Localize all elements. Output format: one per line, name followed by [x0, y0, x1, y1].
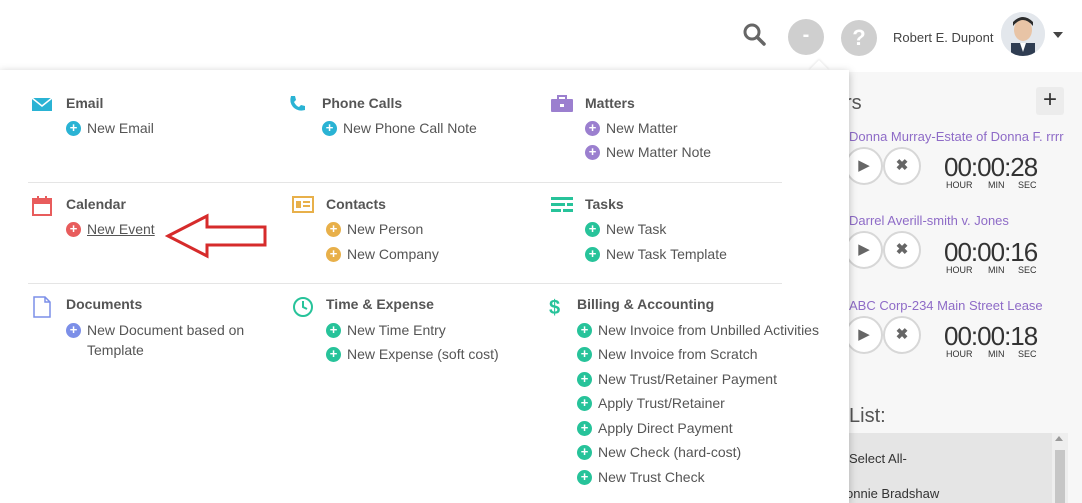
- section-title: Calendar: [66, 196, 126, 212]
- plus-icon: +: [326, 222, 341, 237]
- timer-units: HOUR MIN SEC: [946, 265, 1037, 275]
- section-title: Billing & Accounting: [577, 296, 715, 312]
- section-title: Tasks: [585, 196, 624, 212]
- item-label: New Email: [87, 120, 154, 136]
- item-label: Apply Direct Payment: [598, 420, 733, 436]
- plus-icon: +: [66, 222, 81, 237]
- plus-icon: +: [577, 323, 592, 338]
- user-menu-caret-icon[interactable]: [1053, 32, 1063, 38]
- min-label: MIN: [988, 180, 1005, 190]
- item-label: New Matter: [606, 120, 678, 136]
- item-label: New Task Template: [606, 246, 727, 262]
- item-label: Apply Trust/Retainer: [598, 395, 725, 411]
- timer-display: 00:00:18: [944, 321, 1038, 351]
- hour-label: HOUR: [946, 349, 973, 359]
- plus-icon: +: [585, 145, 600, 160]
- item-label: Template: [87, 342, 144, 358]
- search-icon[interactable]: [742, 22, 768, 48]
- divider: [28, 182, 782, 183]
- section-title: Email: [66, 95, 104, 111]
- min-label: MIN: [988, 349, 1005, 359]
- plus-icon: +: [577, 445, 592, 460]
- plus-icon: +: [585, 121, 600, 136]
- item-label: New Trust Check: [598, 469, 705, 485]
- top-bar: - ? Robert E. Dupont: [0, 0, 1082, 72]
- item-label: New Phone Call Note: [343, 120, 477, 136]
- plus-icon: +: [326, 247, 341, 262]
- timer-name[interactable]: Darrel Averill-smith v. Jones: [849, 213, 1009, 228]
- min-label: MIN: [988, 265, 1005, 275]
- plus-icon: +: [66, 323, 81, 338]
- plus-icon: +: [326, 347, 341, 362]
- clock-icon: [292, 296, 314, 317]
- hour-label: HOUR: [946, 265, 973, 275]
- item-label: New Company: [347, 246, 439, 262]
- list-item[interactable]: Select All-: [849, 451, 907, 466]
- timer-units: HOUR MIN SEC: [946, 180, 1037, 190]
- contact-card-icon: [292, 196, 314, 216]
- scroll-thumb[interactable]: [1055, 450, 1065, 503]
- item-label: New Matter Note: [606, 144, 712, 160]
- timer-display: 00:00:28: [944, 152, 1038, 182]
- add-timer-button[interactable]: +: [1036, 87, 1064, 115]
- dollar-icon: $: [549, 296, 571, 319]
- sec-label: SEC: [1018, 265, 1037, 275]
- plus-icon: +: [577, 421, 592, 436]
- envelope-icon: [31, 95, 54, 115]
- plus-icon: +: [577, 470, 592, 485]
- plus-icon: +: [577, 347, 592, 362]
- item-label: New Invoice from Scratch: [598, 346, 758, 362]
- plus-icon: +: [577, 396, 592, 411]
- item-label: New Check (hard-cost): [598, 444, 742, 460]
- sec-label: SEC: [1018, 180, 1037, 190]
- item-label: New Time Entry: [347, 322, 446, 338]
- item-label: New Expense (soft cost): [347, 346, 499, 362]
- timer-name[interactable]: ABC Corp-234 Main Street Lease: [849, 298, 1043, 313]
- timer-name[interactable]: Donna Murray-Estate of Donna F. rrrr: [849, 129, 1064, 144]
- item-label: New Trust/Retainer Payment: [598, 371, 777, 387]
- timer-units: HOUR MIN SEC: [946, 349, 1037, 359]
- item-label: New Invoice from Unbilled Activities: [598, 322, 819, 338]
- play-icon[interactable]: ▶: [845, 316, 883, 354]
- divider: [28, 283, 782, 284]
- item-label: New Person: [347, 221, 424, 237]
- sec-label: SEC: [1018, 349, 1037, 359]
- section-title: Contacts: [326, 196, 386, 212]
- plus-icon: +: [326, 323, 341, 338]
- plus-icon: +: [585, 247, 600, 262]
- item-label: New Document based on: [87, 322, 245, 338]
- plus-icon: +: [322, 121, 337, 136]
- stop-icon[interactable]: ✖: [883, 316, 921, 354]
- scroll-up-icon[interactable]: [1055, 436, 1063, 441]
- section-title: Documents: [66, 296, 143, 312]
- svg-text:$: $: [549, 297, 560, 318]
- list-item[interactable]: onnie Bradshaw: [846, 486, 939, 501]
- item-label: New Task: [606, 221, 667, 237]
- section-title: Phone Calls: [322, 95, 403, 111]
- annotation-arrow-icon: [164, 213, 267, 259]
- stop-icon[interactable]: ✖: [883, 231, 921, 269]
- play-icon[interactable]: ▶: [845, 147, 883, 185]
- section-title: Time & Expense: [326, 296, 434, 312]
- document-icon: [32, 296, 54, 318]
- user-name[interactable]: Robert E. Dupont: [893, 30, 993, 45]
- calendar-icon: [32, 196, 54, 216]
- briefcase-icon: [551, 95, 573, 115]
- phone-icon: [288, 95, 310, 115]
- stop-icon[interactable]: ✖: [883, 147, 921, 185]
- plus-icon: +: [577, 372, 592, 387]
- task-list-icon: [551, 196, 573, 216]
- hour-label: HOUR: [946, 180, 973, 190]
- quick-add-button[interactable]: -: [788, 19, 824, 55]
- help-icon[interactable]: ?: [841, 20, 877, 56]
- plus-icon: +: [585, 222, 600, 237]
- section-title: Matters: [585, 95, 635, 111]
- timer-display: 00:00:16: [944, 237, 1038, 267]
- play-icon[interactable]: ▶: [845, 231, 883, 269]
- avatar[interactable]: [1001, 12, 1045, 56]
- quick-add-dropdown: Email + New Email Phone Calls + New Phon…: [0, 70, 849, 503]
- plus-icon: +: [66, 121, 81, 136]
- item-label: New Event: [87, 221, 155, 237]
- list-title: List:: [849, 405, 886, 427]
